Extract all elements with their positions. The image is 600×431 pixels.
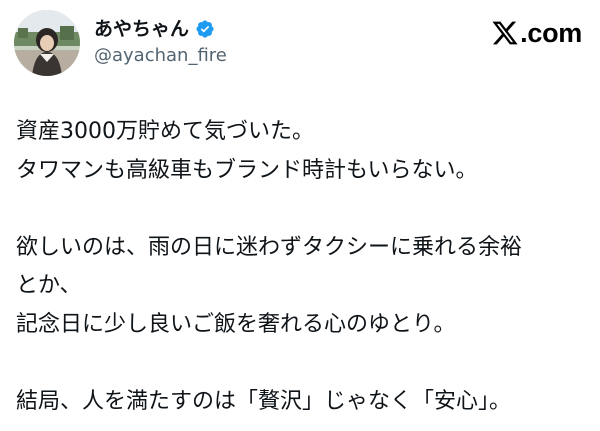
tweet-header: あやちゃん @ayachan_fire .com [12, 10, 588, 76]
user-handle[interactable]: @ayachan_fire [94, 44, 227, 68]
avatar[interactable] [14, 10, 80, 76]
tweet-line: 結局、人を満たすのは「贅沢」じゃなく「安心」。 [16, 388, 512, 414]
verified-badge-icon [195, 19, 215, 39]
brand-label: .com [520, 18, 582, 48]
tweet-card: あやちゃん @ayachan_fire .com 資産3000万貯めて気づいた。 [0, 0, 600, 431]
name-block: あやちゃん @ayachan_fire [94, 16, 227, 68]
profile-photo-icon [14, 10, 80, 76]
tweet-line: 資産3000万貯めて気づいた。 [16, 119, 314, 144]
tweet-line: 欲しいのは、雨の日に迷わずタクシーに乗れる余裕 [16, 234, 523, 260]
tweet-text: 資産3000万貯めて気づいた。 タワマンも高級車もブランド時計もいらない。 欲し… [16, 113, 591, 421]
tweet-line: とか、 [16, 273, 82, 298]
display-name[interactable]: あやちゃん [94, 16, 189, 42]
brand-watermark: .com [491, 16, 582, 50]
tweet-line: 記念日に少し良いご飯を奢れる心のゆとり。 [16, 311, 456, 337]
tweet-line: タワマンも高級車もブランド時計もいらない。 [16, 157, 478, 183]
x-logo-icon [491, 19, 519, 47]
display-name-row: あやちゃん [94, 16, 227, 42]
